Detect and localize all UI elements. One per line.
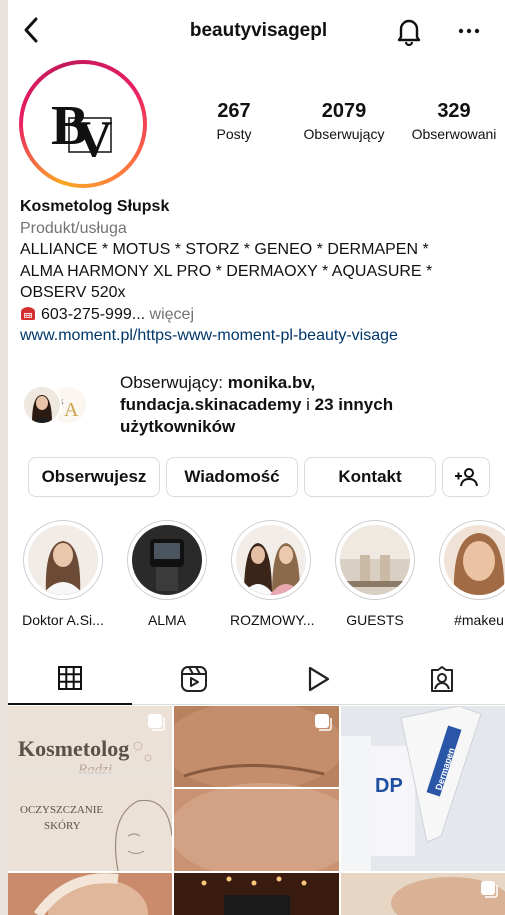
profile-stats: 267 Posty 2079 Obserwujący 329 Obserwowa… (194, 100, 496, 150)
grid-icon (58, 666, 82, 690)
posts-grid: Kosmetolog Radzi OCZYSZCZANIE SKÓRY (8, 706, 505, 915)
contact-button[interactable]: Kontakt (304, 457, 436, 497)
following-count-label: Obserwowani (411, 126, 497, 142)
tab-videos[interactable] (256, 652, 380, 705)
post-1-title: Kosmetolog (18, 736, 130, 761)
mutual-followers[interactable]: Sk A Obserwujący: monika.bv, fundacja.sk… (22, 372, 492, 442)
posts-count-label: Posty (216, 126, 252, 142)
post-tile-4[interactable] (8, 873, 172, 915)
top-bar: beautyvisagepl (8, 0, 505, 60)
bio-phone: 603-275-999... (41, 305, 146, 323)
profile-name: Kosmetolog Słupsk (20, 198, 170, 215)
post-tile-6[interactable] (341, 873, 505, 915)
mutual-follower-avatar-1 (22, 385, 62, 425)
post-1-subtitle-1: OCZYSZCZANIE (20, 804, 104, 816)
multiple-posts-icon (315, 714, 332, 731)
mutual-conjunction: i (306, 395, 310, 414)
tab-reels[interactable] (132, 652, 256, 705)
play-icon (308, 666, 330, 692)
mutual-others[interactable]: 23 innych (315, 395, 393, 414)
profile-actions: Obserwujesz Wiadomość Kontakt (28, 457, 498, 499)
add-person-icon (455, 468, 478, 487)
highlight-doktor-label: Doktor A.Si... (22, 612, 104, 628)
tagged-icon (431, 666, 453, 692)
highlight-doktor[interactable]: Doktor A.Si... (22, 520, 104, 628)
background-overlay (0, 770, 172, 780)
highlight-alma[interactable]: ALMA (126, 520, 208, 628)
mutual-suffix: użytkowników (120, 417, 236, 436)
multiple-posts-icon (148, 714, 165, 731)
highlight-alma-image (132, 525, 202, 595)
mutual-prefix: Obserwujący: (120, 373, 223, 392)
tab-posts[interactable] (8, 652, 132, 705)
post-1-subtitle-2: SKÓRY (44, 820, 81, 832)
post-tile-2[interactable] (174, 706, 339, 871)
bell-icon (397, 19, 421, 47)
bio-website-link[interactable]: www.moment.pl/https-www-moment-pl-beauty… (20, 325, 505, 347)
svg-text:A: A (64, 399, 79, 421)
bio-line-1: ALLIANCE * MOTUS * STORZ * GENEO * DERMA… (20, 241, 429, 258)
post-tile-5[interactable] (174, 873, 339, 915)
highlight-doktor-image (28, 525, 98, 595)
more-options-button[interactable] (454, 16, 484, 46)
profile-username: beautyvisagepl (189, 20, 328, 41)
suggested-users-button[interactable] (442, 457, 490, 497)
following-count-value: 329 (437, 100, 471, 122)
bio-more-link[interactable]: więcej (150, 306, 194, 323)
profile-avatar[interactable]: B V (19, 60, 147, 188)
highlight-guests-image (340, 525, 410, 595)
highlight-rozmowy-image (236, 525, 306, 595)
reels-icon (181, 666, 207, 692)
posts-count-value: 267 (217, 100, 251, 122)
followers-count[interactable]: 2079 Obserwujący (284, 100, 404, 142)
message-button[interactable]: Wiadomość (166, 457, 298, 497)
multiple-posts-icon (481, 881, 498, 898)
followers-count-label: Obserwujący (303, 126, 385, 142)
bio-line-2: ALMA HARMONY XL PRO * DERMAOXY * AQUASUR… (20, 262, 433, 280)
highlight-makeup[interactable]: #makeu (438, 520, 505, 628)
highlight-rozmowy[interactable]: ROZMOWY... (230, 520, 315, 628)
svg-text:V: V (75, 111, 113, 168)
post-4-image (8, 873, 172, 915)
more-dots-icon (458, 28, 480, 34)
posts-count[interactable]: 267 Posty (194, 100, 274, 142)
profile-tabs (8, 652, 505, 705)
highlight-makeup-label: #makeu (454, 612, 504, 628)
highlight-rozmowy-label: ROZMOWY... (230, 612, 315, 628)
post-5-image (174, 873, 339, 915)
tab-tagged[interactable] (380, 652, 504, 705)
profile-category: Produkt/usługa (20, 219, 127, 237)
post-3-image: DP (341, 706, 505, 871)
post-tile-3[interactable]: DP Dermapen (341, 706, 505, 871)
bv-logo: B V (29, 70, 137, 178)
highlight-guests-label: GUESTS (346, 612, 404, 628)
following-button[interactable]: Obserwujesz (28, 457, 160, 497)
bio-phone-line: 603-275-999... więcej (20, 304, 505, 326)
post-tile-1[interactable]: Kosmetolog Radzi OCZYSZCZANIE SKÓRY (8, 706, 172, 871)
phone-icon (20, 305, 36, 321)
svg-text:DP: DP (375, 775, 403, 797)
profile-bio: Kosmetolog Słupsk Produkt/usługa ALLIANC… (20, 196, 505, 347)
bio-line-3: OBSERV 520x (20, 284, 126, 301)
mutual-user-1[interactable]: monika.bv, (228, 373, 316, 392)
mutual-followers-text: Obserwujący: monika.bv, fundacja.skinaca… (120, 372, 490, 438)
notifications-button[interactable] (396, 16, 422, 47)
highlight-guests[interactable]: GUESTS (334, 520, 416, 628)
following-count[interactable]: 329 Obserwowani (399, 100, 505, 142)
highlight-makeup-image (444, 525, 505, 595)
mutual-user-2[interactable]: fundacja.skinacademy (120, 395, 301, 414)
followers-count-value: 2079 (321, 100, 367, 122)
highlight-alma-label: ALMA (147, 612, 187, 628)
